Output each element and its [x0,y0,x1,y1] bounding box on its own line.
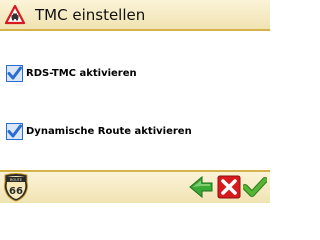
svg-text:66: 66 [9,186,23,197]
page-title: TMC einstellen [35,6,146,24]
confirm-icon[interactable] [243,175,267,199]
option-dynamic-route[interactable]: Dynamische Route aktivieren [6,122,192,140]
warning-traffic-icon [5,5,25,25]
title-bar: TMC einstellen [0,0,270,31]
cancel-icon[interactable] [217,175,241,199]
back-arrow-icon[interactable] [189,175,213,199]
checkbox-checked-icon[interactable] [6,122,23,140]
bottom-toolbar: ROUTE 66 [0,170,270,203]
checkbox-checked-icon[interactable] [6,64,23,82]
option-label: RDS-TMC aktivieren [26,67,137,79]
option-rds-tmc[interactable]: RDS-TMC aktivieren [6,64,137,82]
option-label: Dynamische Route aktivieren [26,125,192,137]
svg-text:ROUTE: ROUTE [10,178,22,182]
route-66-logo: ROUTE 66 [3,173,29,202]
